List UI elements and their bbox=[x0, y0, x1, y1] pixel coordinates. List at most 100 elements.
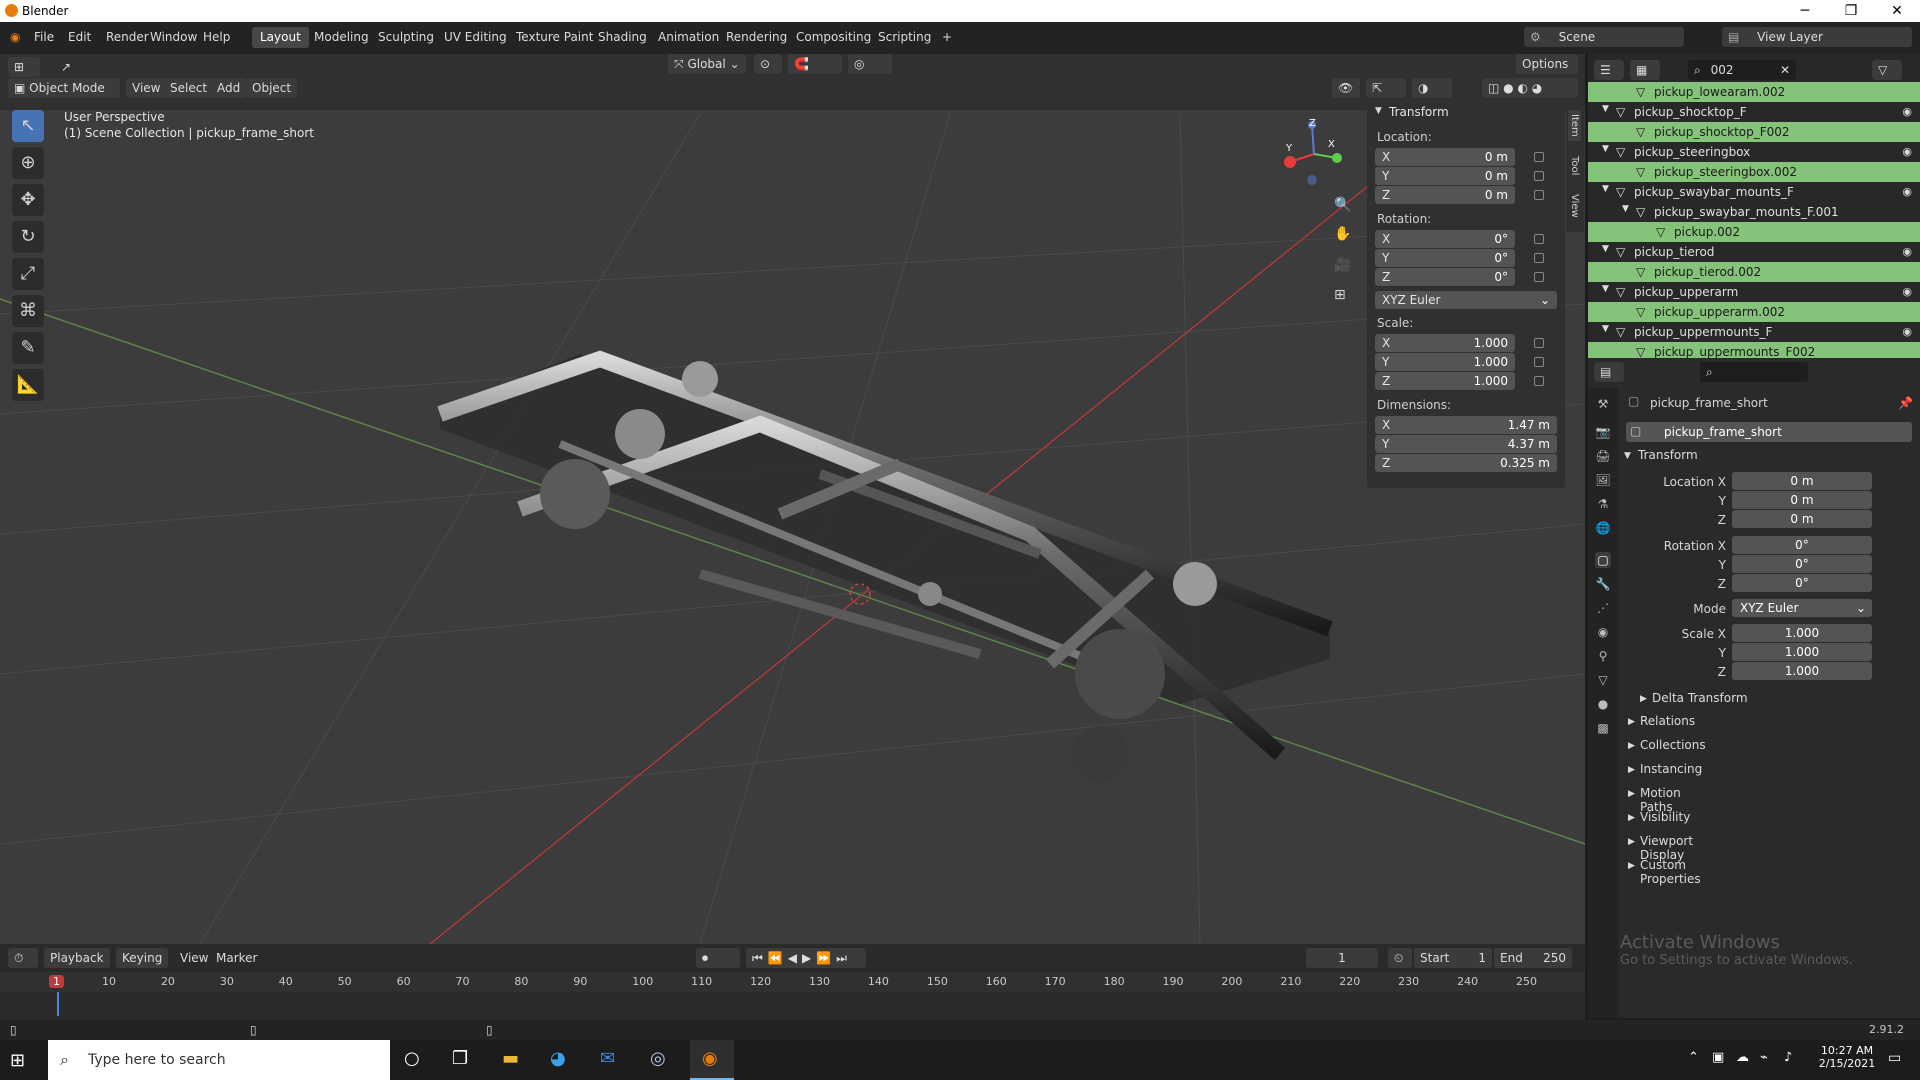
expand-triangle-icon[interactable]: ▼ bbox=[1602, 104, 1609, 114]
expand-triangle-icon[interactable]: ▶ bbox=[1628, 837, 1635, 847]
viewport-menu-object[interactable]: Object bbox=[246, 78, 298, 98]
outliner-row[interactable]: ▽ pickup.002 bbox=[1588, 222, 1920, 242]
tab-rendering[interactable]: Rendering bbox=[718, 27, 795, 48]
modifier-props-icon[interactable]: 🔧 bbox=[1595, 576, 1611, 592]
outliner-row[interactable]: ▽ pickup_tierod.002 bbox=[1588, 262, 1920, 282]
world-props-icon[interactable]: 🌐 bbox=[1595, 520, 1611, 536]
steam-icon[interactable]: ◎ bbox=[650, 1048, 666, 1069]
outliner-row[interactable]: ▽ pickup_steeringbox.002 bbox=[1588, 162, 1920, 182]
dimensions-x-field[interactable]: X 1.47 m bbox=[1375, 416, 1557, 434]
prop-rotation-x[interactable]: 0° bbox=[1732, 536, 1872, 554]
outliner-row[interactable]: ▼ ▽ pickup_swaybar_mounts_F ◉ bbox=[1588, 182, 1920, 202]
tab-scripting[interactable]: Scripting bbox=[870, 27, 939, 48]
property-section-header[interactable]: Custom Properties bbox=[1640, 858, 1701, 886]
tool-arrow-icon[interactable]: ↗ bbox=[55, 57, 79, 77]
outliner-row[interactable]: ▽ pickup_shocktop_F002 bbox=[1588, 122, 1920, 142]
expand-triangle-icon[interactable]: ▶ bbox=[1628, 741, 1635, 751]
filter-icon[interactable]: ▽ bbox=[1872, 60, 1902, 80]
expand-triangle-icon[interactable]: ▶ bbox=[1628, 765, 1635, 775]
overlay-toggle-icon[interactable]: ◑ bbox=[1412, 78, 1452, 98]
cortana-icon[interactable]: ○ bbox=[404, 1048, 420, 1069]
tab-tool[interactable]: Tool bbox=[1568, 152, 1581, 179]
annotate-tool-button[interactable]: ✎ bbox=[12, 332, 44, 364]
outliner-row[interactable]: ▼ ▽ pickup_swaybar_mounts_F.001 bbox=[1588, 202, 1920, 222]
visibility-eye-icon[interactable]: ◉ bbox=[1902, 105, 1912, 118]
expand-triangle-icon[interactable]: ▼ bbox=[1602, 324, 1609, 334]
mail-icon[interactable]: ✉ bbox=[600, 1048, 615, 1069]
playback-controls[interactable]: ⏮⏪◀▶⏩⏭ bbox=[746, 948, 866, 968]
start-frame-field[interactable]: Start 1 bbox=[1414, 948, 1492, 968]
measure-tool-button[interactable]: 📐 bbox=[12, 369, 44, 401]
prop-location-z[interactable]: 0 m bbox=[1732, 510, 1872, 528]
outliner-row[interactable]: ▼ ▽ pickup_shocktop_F ◉ bbox=[1588, 102, 1920, 122]
mode-dropdown[interactable]: ▣ Object Mode bbox=[8, 78, 120, 98]
material-props-icon[interactable]: ● bbox=[1595, 696, 1611, 712]
expand-triangle-icon[interactable]: ▶ bbox=[1640, 694, 1647, 704]
camera-view-icon[interactable]: 🎥 bbox=[1334, 257, 1351, 273]
lock-icon[interactable] bbox=[1534, 190, 1544, 200]
outliner-row[interactable]: ▼ ▽ pickup_upperarm ◉ bbox=[1588, 282, 1920, 302]
expand-triangle-icon[interactable]: ▼ bbox=[1602, 284, 1609, 294]
data-props-icon[interactable]: ▽ bbox=[1595, 672, 1611, 688]
minimize-button[interactable]: ─ bbox=[1782, 0, 1828, 22]
lock-icon[interactable] bbox=[1534, 338, 1544, 348]
pan-hand-icon[interactable]: ✋ bbox=[1334, 226, 1351, 242]
delta-transform-section[interactable]: Delta Transform bbox=[1652, 691, 1748, 705]
render-props-icon[interactable]: 📷 bbox=[1595, 424, 1611, 440]
object-props-icon[interactable]: ▢ bbox=[1595, 552, 1611, 568]
pivot-icon[interactable]: ⊙ bbox=[754, 54, 782, 74]
rotation-y-field[interactable]: Y 0° bbox=[1375, 249, 1515, 267]
outliner-row[interactable]: ▽ pickup_lowearam.002 bbox=[1588, 82, 1920, 102]
tray-chevron-icon[interactable]: ⌃ bbox=[1688, 1050, 1699, 1065]
scale-x-field[interactable]: X 1.000 bbox=[1375, 334, 1515, 352]
visibility-eye-icon[interactable]: ◉ bbox=[1902, 245, 1912, 258]
physics-props-icon[interactable]: ◉ bbox=[1595, 624, 1611, 640]
outliner-search-input[interactable]: ⌕ 002 ✕ bbox=[1688, 60, 1796, 80]
collapse-triangle-icon[interactable]: ▼ bbox=[1624, 451, 1631, 461]
dimensions-z-field[interactable]: Z 0.325 m bbox=[1375, 454, 1557, 472]
prop-location-y[interactable]: 0 m bbox=[1732, 491, 1872, 509]
prop-scale-x[interactable]: 1.000 bbox=[1732, 624, 1872, 642]
tab-animation[interactable]: Animation bbox=[650, 27, 727, 48]
properties-search-input[interactable]: ⌕ bbox=[1700, 362, 1808, 382]
lock-icon[interactable] bbox=[1534, 253, 1544, 263]
tab-sculpting[interactable]: Sculpting bbox=[370, 27, 442, 48]
visibility-eye-icon[interactable]: ◉ bbox=[1902, 145, 1912, 158]
viewport-menu-add[interactable]: Add bbox=[211, 78, 247, 98]
tray-device-icon[interactable]: ▣ bbox=[1712, 1050, 1724, 1065]
tab-texture-paint[interactable]: Texture Paint bbox=[508, 27, 601, 48]
prop-rotation-mode-dropdown[interactable]: XYZ Euler ⌄ bbox=[1732, 599, 1872, 617]
outliner-editor-icon[interactable]: ☰ bbox=[1594, 60, 1624, 80]
scene-selector[interactable]: ⚙ Scene bbox=[1524, 27, 1684, 47]
viewport-menu-view[interactable]: View bbox=[126, 78, 167, 98]
view-layer-props-icon[interactable]: 🖼 bbox=[1595, 472, 1611, 488]
expand-triangle-icon[interactable]: ▶ bbox=[1628, 789, 1635, 799]
constraint-props-icon[interactable]: ⚲ bbox=[1595, 648, 1611, 664]
volume-icon[interactable]: ♪ bbox=[1784, 1050, 1792, 1065]
collapse-triangle-icon[interactable]: ▼ bbox=[1375, 106, 1382, 116]
prop-location-x[interactable]: 0 m bbox=[1732, 472, 1872, 490]
particles-props-icon[interactable]: ⋰ bbox=[1595, 600, 1611, 616]
auto-keying-icon[interactable]: ⏺ bbox=[696, 948, 740, 968]
move-tool-button[interactable]: ✥ bbox=[12, 184, 44, 216]
options-button[interactable]: Options bbox=[1516, 54, 1578, 74]
shading-mode-buttons[interactable]: ◫ ● ◐ ◕ bbox=[1482, 78, 1578, 98]
display-mode-icon[interactable]: ▦ bbox=[1630, 60, 1660, 80]
menu-file[interactable]: File bbox=[34, 30, 54, 44]
blender-menu-icon[interactable]: ◉ bbox=[10, 30, 20, 44]
close-window-button[interactable]: ✕ bbox=[1874, 0, 1920, 22]
cursor-tool-button[interactable]: ⊕ bbox=[12, 147, 44, 179]
timeline-keyframe-area[interactable] bbox=[0, 992, 1585, 1018]
outliner-row[interactable]: ▼ ▽ pickup_uppermounts_F ◉ bbox=[1588, 322, 1920, 342]
lock-icon[interactable] bbox=[1534, 376, 1544, 386]
blender-taskbar-button[interactable]: ◉ bbox=[690, 1040, 734, 1080]
outliner-row[interactable]: ▽ pickup_upperarm.002 bbox=[1588, 302, 1920, 322]
scale-z-field[interactable]: Z 1.000 bbox=[1375, 372, 1515, 390]
rotation-x-field[interactable]: X 0° bbox=[1375, 230, 1515, 248]
visibility-eye-icon[interactable]: ◉ bbox=[1902, 325, 1912, 338]
visibility-icon[interactable]: 👁 bbox=[1332, 78, 1360, 98]
transform-section-header[interactable]: Transform bbox=[1638, 448, 1698, 462]
timeline-menu-keying[interactable]: Keying bbox=[116, 948, 169, 968]
expand-triangle-icon[interactable]: ▼ bbox=[1602, 144, 1609, 154]
zoom-icon[interactable]: 🔍 bbox=[1334, 197, 1351, 213]
